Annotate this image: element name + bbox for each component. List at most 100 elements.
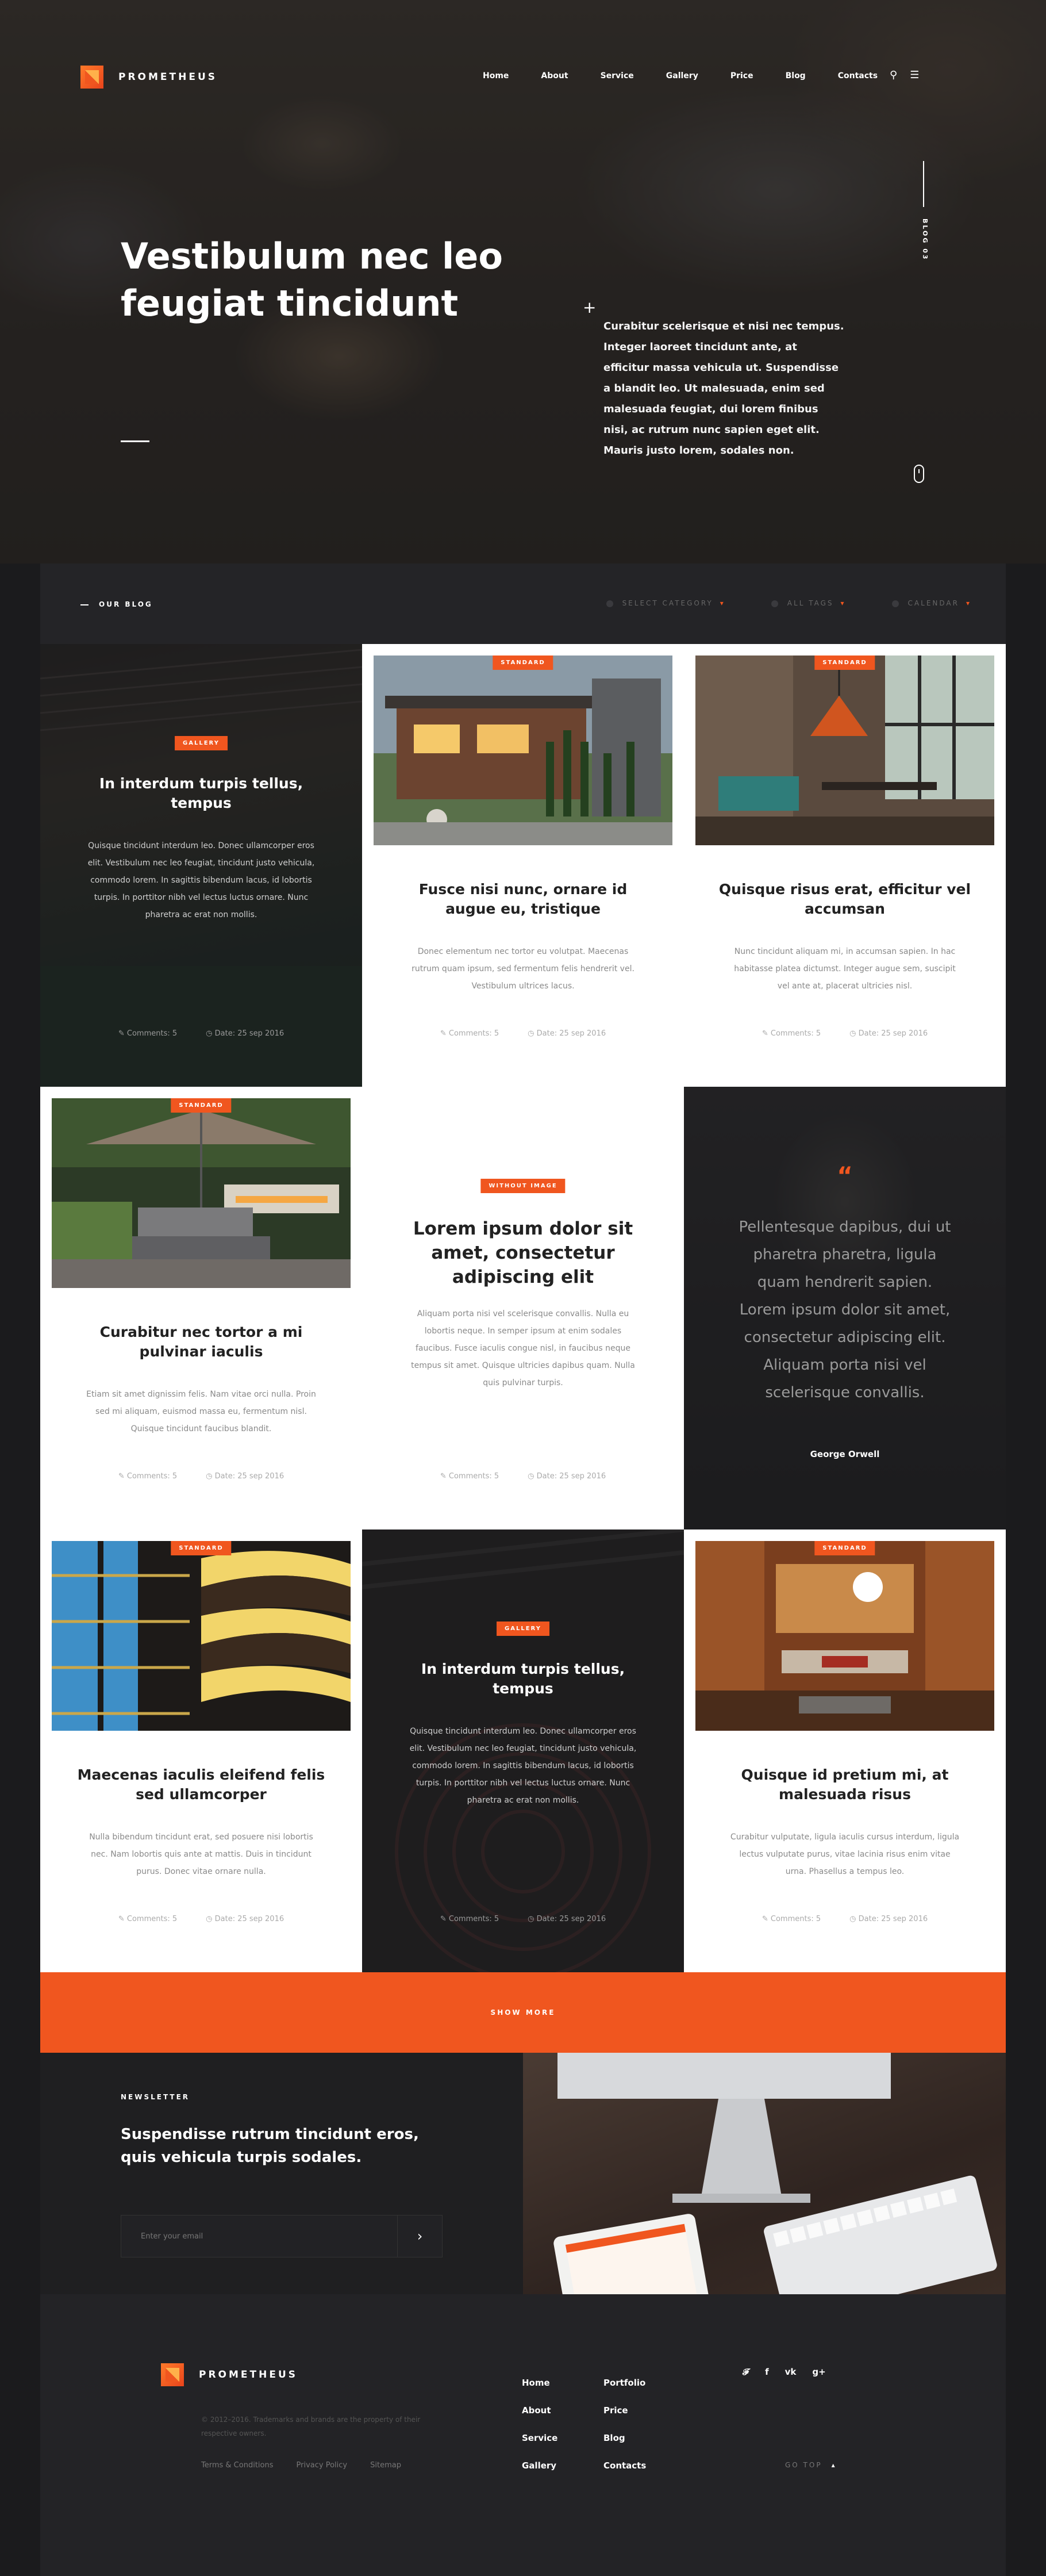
newsletter-section: NEWSLETTER Suspendisse rutrum tincidunt … — [40, 2053, 523, 2294]
twitter-icon[interactable]: 𝓕 — [743, 2367, 749, 2377]
card-title[interactable]: Lorem ipsum dolor sit amet, consectetur … — [397, 1217, 649, 1289]
blog-card-standard[interactable]: STANDARD Fusce nisi nunc, ornare id augu… — [362, 644, 684, 1087]
comments-count: ✎ Comments: 5 — [118, 1029, 178, 1038]
post-date: ◷ Date: 25 sep 2016 — [849, 1915, 928, 1923]
footer-link-contacts[interactable]: Contacts — [603, 2452, 646, 2479]
post-date: ◷ Date: 25 sep 2016 — [528, 1915, 606, 1923]
quote-author: George Orwell — [810, 1449, 880, 1459]
card-tag[interactable]: STANDARD — [814, 1541, 875, 1555]
filter-calendar[interactable]: CALENDAR ▾ — [891, 599, 971, 607]
show-more-button[interactable]: SHOW MORE — [40, 1972, 1006, 2053]
footer-link-about[interactable]: About — [522, 2397, 557, 2424]
nav-home[interactable]: Home — [483, 71, 509, 80]
privacy-link[interactable]: Privacy Policy — [297, 2461, 348, 2470]
post-date: ◷ Date: 25 sep 2016 — [528, 1472, 606, 1481]
filter-category[interactable]: SELECT CATEGORY ▾ — [606, 599, 725, 607]
footer-nav-col-2: Portfolio Price Blog Contacts — [603, 2369, 646, 2479]
vk-icon[interactable]: vk — [785, 2367, 797, 2377]
card-meta: ✎ Comments: 5 ◷ Date: 25 sep 2016 — [684, 1029, 1006, 1038]
card-tag[interactable]: STANDARD — [171, 1098, 232, 1113]
blog-card-gallery[interactable]: GALLERY In interdum turpis tellus, tempu… — [362, 1529, 684, 1972]
tag-icon — [771, 600, 778, 607]
post-date: ◷ Date: 25 sep 2016 — [206, 1472, 284, 1481]
card-excerpt: Curabitur vulputate, ligula iaculis curs… — [730, 1833, 960, 1876]
chevron-down-icon: ▾ — [840, 599, 846, 607]
hero-dash — [121, 440, 149, 442]
comments-count: ✎ Comments: 5 — [762, 1915, 821, 1923]
card-meta: ✎ Comments: 5 ◷ Date: 25 sep 2016 — [40, 1029, 362, 1038]
blog-card-without-image[interactable]: WITHOUT IMAGE Lorem ipsum dolor sit amet… — [362, 1087, 684, 1529]
card-meta: ✎ Comments: 5 ◷ Date: 25 sep 2016 — [684, 1915, 1006, 1923]
blog-card-standard[interactable]: STANDARD Quisque id pretium mi, at males… — [684, 1529, 1006, 1972]
blog-card-gallery[interactable]: GALLERY In interdum turpis tellus, tempu… — [40, 644, 362, 1087]
vertical-label: BLOG 03 — [921, 218, 929, 261]
copyright-text: © 2012–2016. Trademarks and brands are t… — [201, 2416, 421, 2437]
category-icon — [606, 600, 613, 607]
terms-link[interactable]: Terms & Conditions — [201, 2461, 274, 2470]
footer-logo[interactable]: PROMETHEUS — [161, 2363, 298, 2386]
go-top-button[interactable]: GO TOP ▴ — [785, 2461, 837, 2469]
dining-room-image — [695, 656, 994, 845]
email-input[interactable] — [121, 2215, 397, 2257]
blog-card-quote[interactable]: “ Pellentesque dapibus, dui ut pharetra … — [684, 1087, 1006, 1529]
card-tag[interactable]: STANDARD — [814, 656, 875, 670]
newsletter-form: › — [121, 2215, 443, 2257]
calendar-icon — [891, 600, 899, 607]
footer-link-gallery[interactable]: Gallery — [522, 2452, 557, 2479]
footer-link-blog[interactable]: Blog — [603, 2424, 646, 2452]
card-excerpt: Aliquam porta nisi vel scelerisque conva… — [411, 1309, 635, 1387]
post-date: ◷ Date: 25 sep 2016 — [206, 1915, 284, 1923]
card-title[interactable]: Curabitur nec tortor a mi pulvinar iacul… — [75, 1322, 328, 1362]
submit-arrow-icon[interactable]: › — [397, 2215, 442, 2257]
card-meta: ✎ Comments: 5 ◷ Date: 25 sep 2016 — [362, 1472, 684, 1481]
workspace-image — [523, 2053, 1006, 2294]
card-excerpt: Quisque tincidunt interdum leo. Donec ul… — [87, 841, 315, 919]
blog-card-standard[interactable]: STANDARD Maecenas iaculis eleifend felis… — [40, 1529, 362, 1972]
blog-label: OUR BLOG — [80, 600, 153, 608]
card-tag[interactable]: GALLERY — [175, 736, 228, 750]
footer-nav-col-1: Home About Service Gallery — [522, 2369, 557, 2479]
filter-tags[interactable]: ALL TAGS ▾ — [771, 599, 846, 607]
nav-service[interactable]: Service — [601, 71, 634, 80]
card-tag[interactable]: WITHOUT IMAGE — [480, 1179, 566, 1193]
logo-icon — [80, 66, 103, 89]
card-title[interactable]: In interdum turpis tellus, tempus — [75, 774, 328, 813]
blog-card-standard[interactable]: STANDARD Quisque risus erat, efficitur v… — [684, 644, 1006, 1087]
card-excerpt: Quisque tincidunt interdum leo. Donec ul… — [409, 1727, 637, 1805]
facebook-icon[interactable]: f — [765, 2367, 769, 2377]
brand-logo[interactable]: PROMETHEUS — [80, 66, 217, 89]
menu-icon[interactable]: ☰ — [910, 69, 919, 81]
desk-illustration — [553, 2053, 997, 2294]
card-title[interactable]: In interdum turpis tellus, tempus — [397, 1659, 649, 1699]
card-title[interactable]: Maecenas iaculis eleifend felis sed ulla… — [75, 1765, 328, 1804]
nav-gallery[interactable]: Gallery — [666, 71, 698, 80]
google-plus-icon[interactable]: g+ — [812, 2367, 825, 2377]
footer-link-service[interactable]: Service — [522, 2424, 557, 2452]
card-tag[interactable]: STANDARD — [171, 1541, 232, 1555]
scroll-mouse-icon[interactable] — [914, 465, 924, 483]
blog-card-standard[interactable]: STANDARD Curabitur nec tortor a mi pulvi… — [40, 1087, 362, 1529]
card-meta: ✎ Comments: 5 ◷ Date: 25 sep 2016 — [362, 1915, 684, 1923]
nav-contacts[interactable]: Contacts — [838, 71, 878, 80]
footer-link-price[interactable]: Price — [603, 2397, 646, 2424]
card-meta: ✎ Comments: 5 ◷ Date: 25 sep 2016 — [362, 1029, 684, 1038]
card-title[interactable]: Quisque risus erat, efficitur vel accums… — [718, 880, 971, 919]
card-title[interactable]: Fusce nisi nunc, ornare id augue eu, tri… — [397, 880, 649, 919]
sitemap-link[interactable]: Sitemap — [370, 2461, 401, 2470]
hero-text: Curabitur scelerisque et nisi nec tempus… — [603, 320, 844, 457]
card-title[interactable]: Quisque id pretium mi, at malesuada risu… — [718, 1765, 971, 1804]
footer-link-portfolio[interactable]: Portfolio — [603, 2369, 646, 2397]
post-date: ◷ Date: 25 sep 2016 — [206, 1029, 284, 1038]
search-icon[interactable]: ⚲ — [890, 69, 897, 81]
card-tag[interactable]: STANDARD — [493, 656, 553, 670]
plus-icon: + — [583, 298, 597, 317]
chevron-down-icon: ▾ — [966, 599, 971, 607]
card-excerpt: Nulla bibendum tincidunt erat, sed posue… — [89, 1833, 313, 1876]
nav-about[interactable]: About — [541, 71, 568, 80]
nav-price[interactable]: Price — [730, 71, 753, 80]
card-tag[interactable]: GALLERY — [497, 1621, 549, 1636]
chevron-up-icon: ▴ — [831, 2461, 837, 2469]
patio-image — [52, 1098, 351, 1288]
footer-link-home[interactable]: Home — [522, 2369, 557, 2397]
nav-blog[interactable]: Blog — [786, 71, 806, 80]
